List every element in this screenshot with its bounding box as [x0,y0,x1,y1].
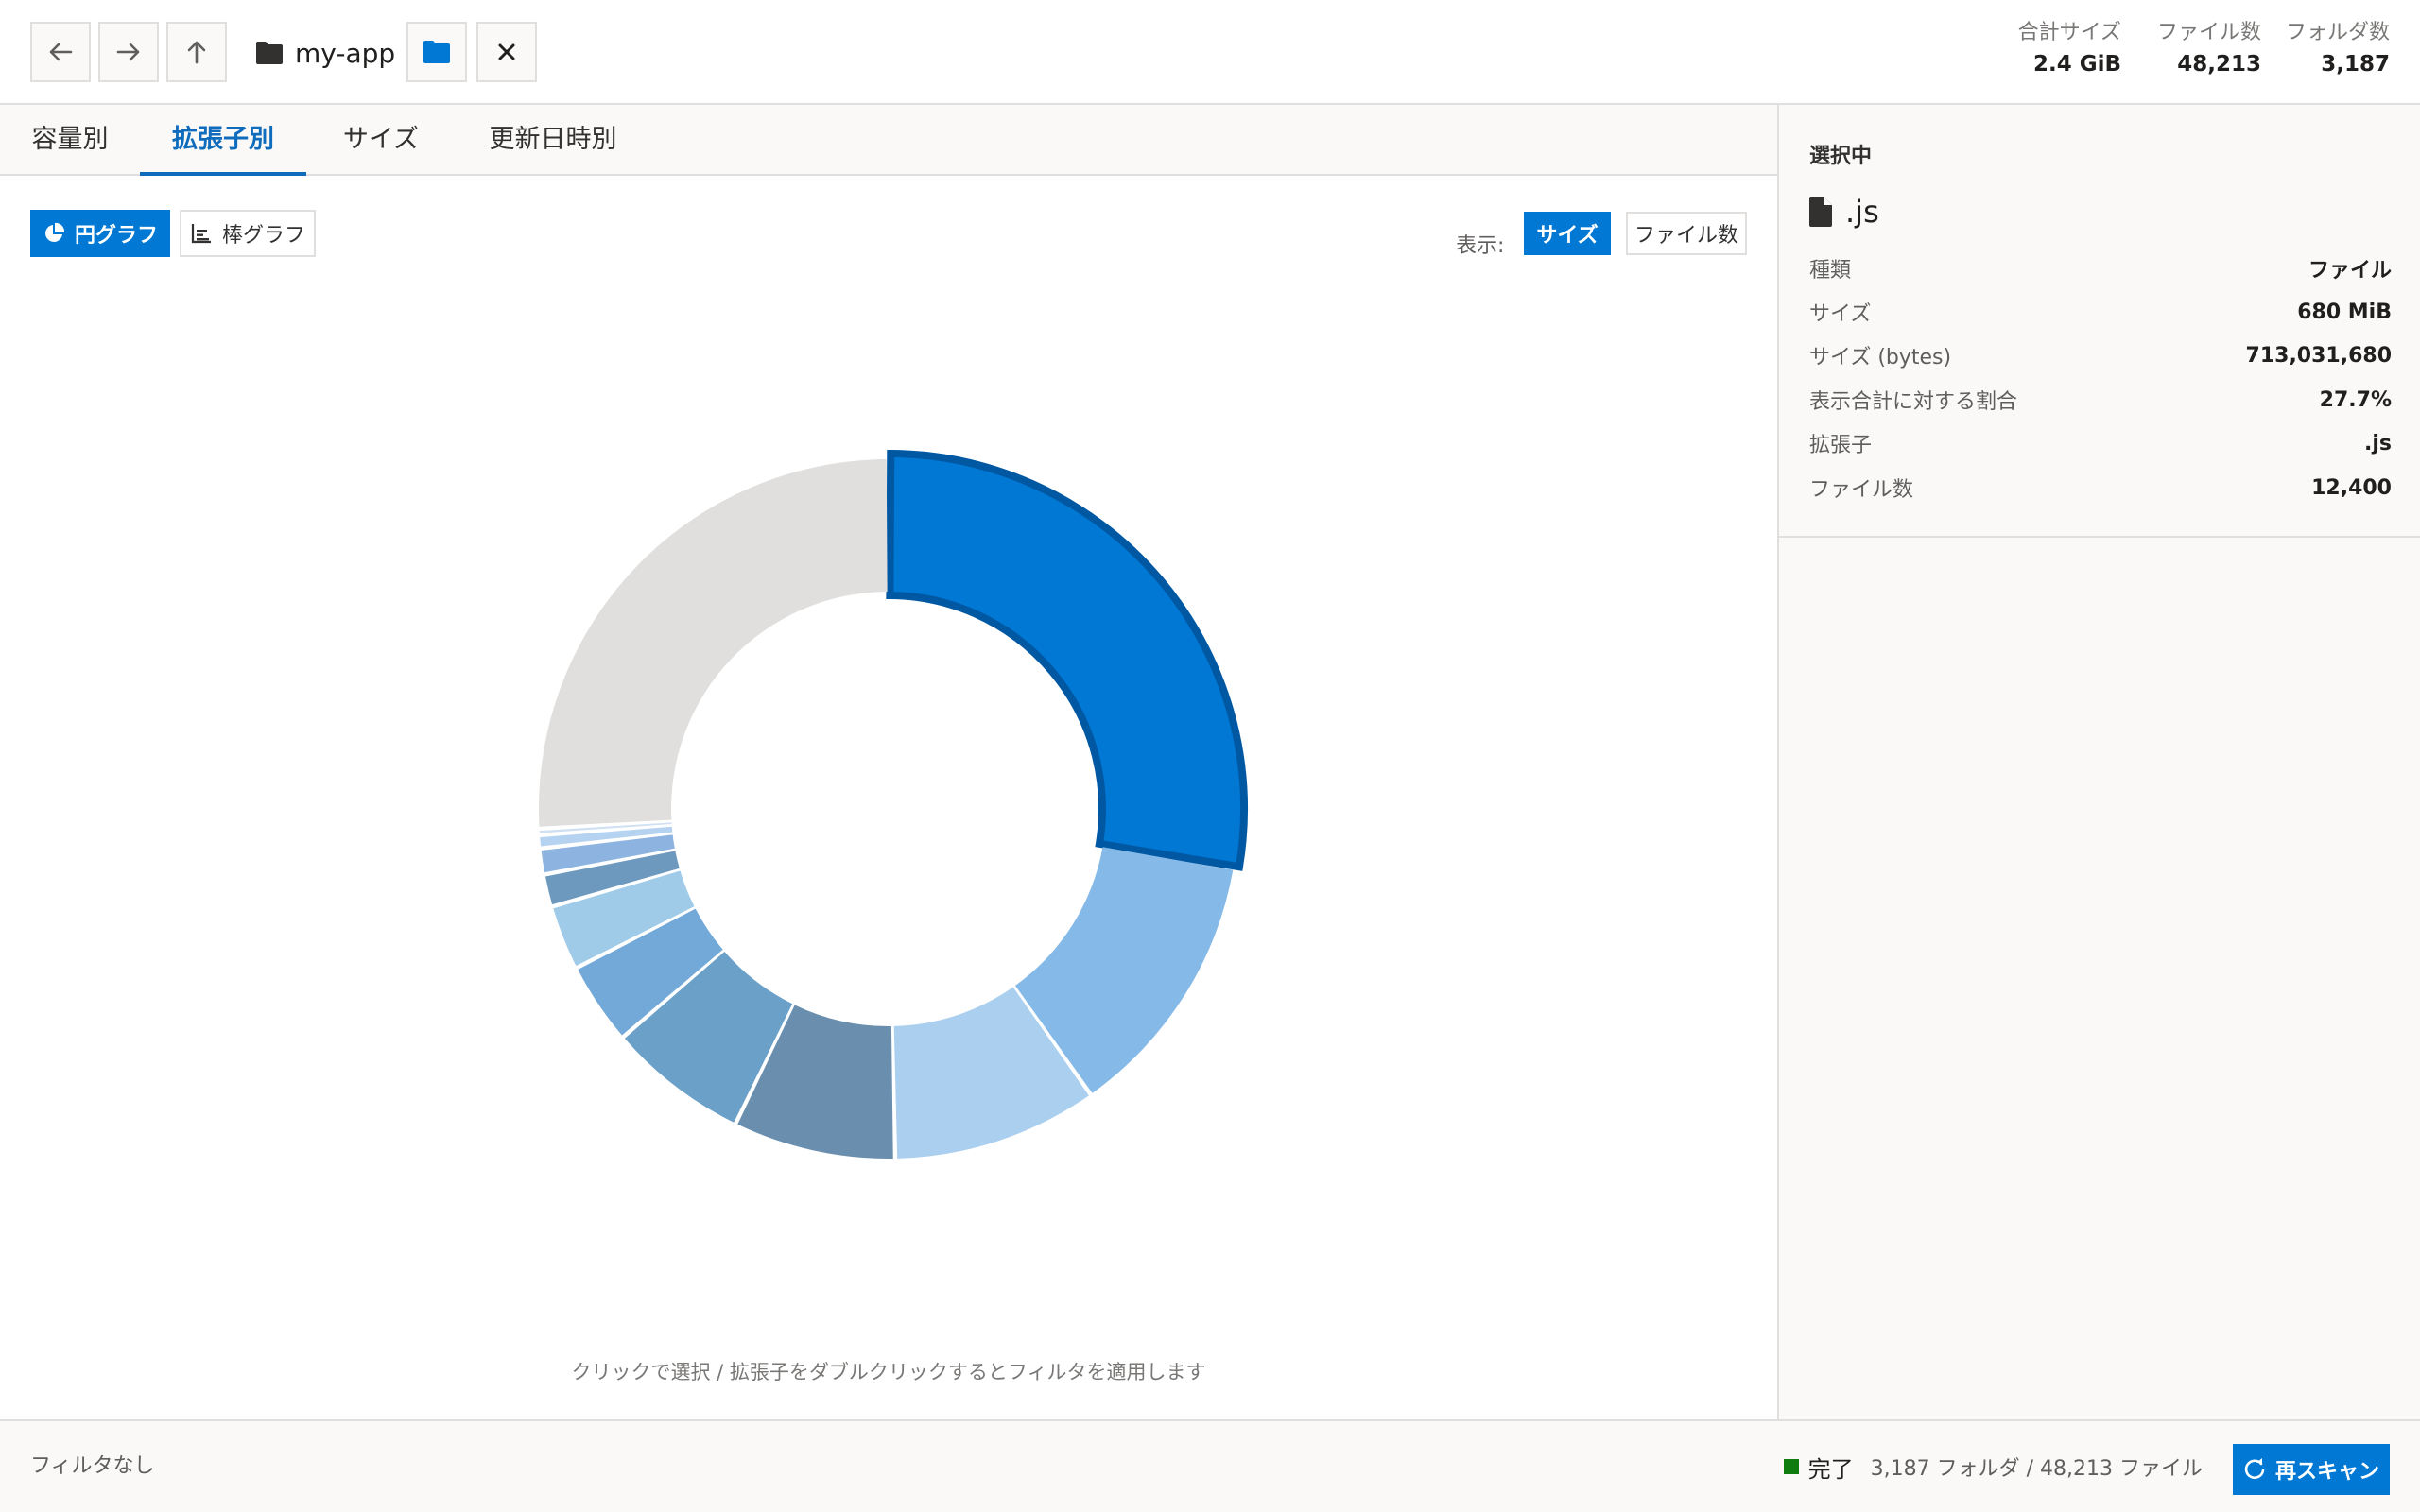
prop-key: サイズ (bytes) [1809,346,1952,369]
prop-value: 12,400 [2311,475,2392,500]
prop-row: 種類 ファイル [1809,247,2392,290]
forward-button[interactable] [98,22,159,82]
up-button[interactable] [166,22,227,82]
app-header: my-app 合計サイズ 2.4 GiB ファイル数 48,213 フォルダ数 … [0,0,2420,105]
pie-chart-button[interactable]: 円グラフ [30,210,170,257]
status-bar: フィルタなし 完了 3,187 フォルダ / 48,213 ファイル 再スキャン [0,1419,2420,1512]
back-button[interactable] [30,22,91,82]
prop-value: 27.7% [2319,387,2392,412]
prop-row: ファイル数 12,400 [1809,466,2392,509]
refresh-icon [2243,1458,2266,1481]
stat-label: ファイル数 [2156,21,2261,44]
panel-divider [1779,536,2420,538]
arrow-up-icon [187,41,206,64]
chart-hint: クリックで選択 / 拡張子をダブルクリックするとフィルタを適用します [571,1361,1206,1383]
prop-row: サイズ 680 MiB [1809,290,2392,334]
prop-key: 種類 [1809,259,1852,283]
tab-by-modified[interactable]: 更新日時別 [488,105,618,174]
scan-status: 完了 3,187 フォルダ / 48,213 ファイル [1783,1421,2203,1512]
stat-folder-count: フォルダ数 3,187 [2286,19,2390,81]
folder-icon [424,41,450,63]
rescan-label: 再スキャン [2274,1460,2379,1484]
stat-value: 2.4 GiB [2032,52,2121,77]
selection-name: .js [1845,194,1879,230]
folder-icon [256,42,283,64]
stat-total-size: 合計サイズ 2.4 GiB [2018,19,2121,81]
donut-slice[interactable] [539,459,888,827]
prop-value: .js [2364,431,2392,455]
prop-row: サイズ (bytes) 713,031,680 [1809,334,2392,377]
tab-by-capacity[interactable]: 容量別 [30,105,110,174]
prop-key: ファイル数 [1809,478,1914,502]
selection-heading: 選択中 [1809,145,1873,168]
file-icon [1809,197,1832,227]
open-folder-button[interactable] [406,22,467,82]
view-tabs: 容量別 拡張子別 サイズ順 更新日時別 [0,105,1777,223]
prop-value: 713,031,680 [2245,343,2392,368]
stat-file-count: ファイル数 48,213 [2157,19,2261,81]
close-button[interactable] [476,22,537,82]
prop-value: ファイル [2308,259,2392,283]
prop-row: 拡張子 .js [1809,421,2392,465]
bar-chart-icon [190,222,213,245]
filter-status: フィルタなし [30,1454,155,1478]
current-path: my-app [295,37,396,69]
rescan-button[interactable]: 再スキャン [2233,1444,2390,1495]
donut-slice[interactable] [886,449,1248,871]
tab-by-size-order[interactable]: サイズ順 [337,105,425,223]
bar-chart-button[interactable]: 棒グラフ [180,210,316,257]
extension-donut-chart[interactable] [492,412,1286,1206]
selection-panel: 選択中 .js 種類 ファイル サイズ 680 MiB サイズ (bytes) … [1777,105,2420,1419]
breadcrumb: my-app [255,32,395,74]
tab-by-extension[interactable]: 拡張子別 [140,105,306,176]
display-count-button[interactable]: ファイル数 [1626,212,1747,255]
prop-key: 表示合計に対する割合 [1809,390,2018,414]
scan-summary: 3,187 フォルダ / 48,213 ファイル [1870,1457,2203,1481]
stat-value: 48,213 [2177,52,2261,77]
display-mode-label: 表示: [1456,234,1505,258]
selection-title: .js [1809,194,1879,230]
stat-label: 合計サイズ [2017,21,2121,44]
arrow-right-icon [116,43,140,61]
status-indicator-icon [1783,1459,1799,1474]
chart-area: 円グラフ 棒グラフ 表示: サイズ ファイル数 クリックで選択 / 拡張子をダブ… [0,176,1777,1419]
stat-label: フォルダ数 [2285,21,2390,44]
bar-chart-label: 棒グラフ [221,224,305,248]
stat-value: 3,187 [2321,52,2390,77]
prop-key: 拡張子 [1809,434,1873,457]
display-size-button[interactable]: サイズ [1524,212,1611,255]
arrow-left-icon [49,43,73,61]
prop-value: 680 MiB [2297,300,2392,324]
pie-chart-icon [43,222,65,245]
close-icon [498,43,515,60]
scan-state: 完了 [1807,1455,1854,1483]
pie-chart-label: 円グラフ [74,224,158,248]
prop-row: 表示合計に対する割合 27.7% [1809,378,2392,421]
prop-key: サイズ [1809,302,1872,326]
